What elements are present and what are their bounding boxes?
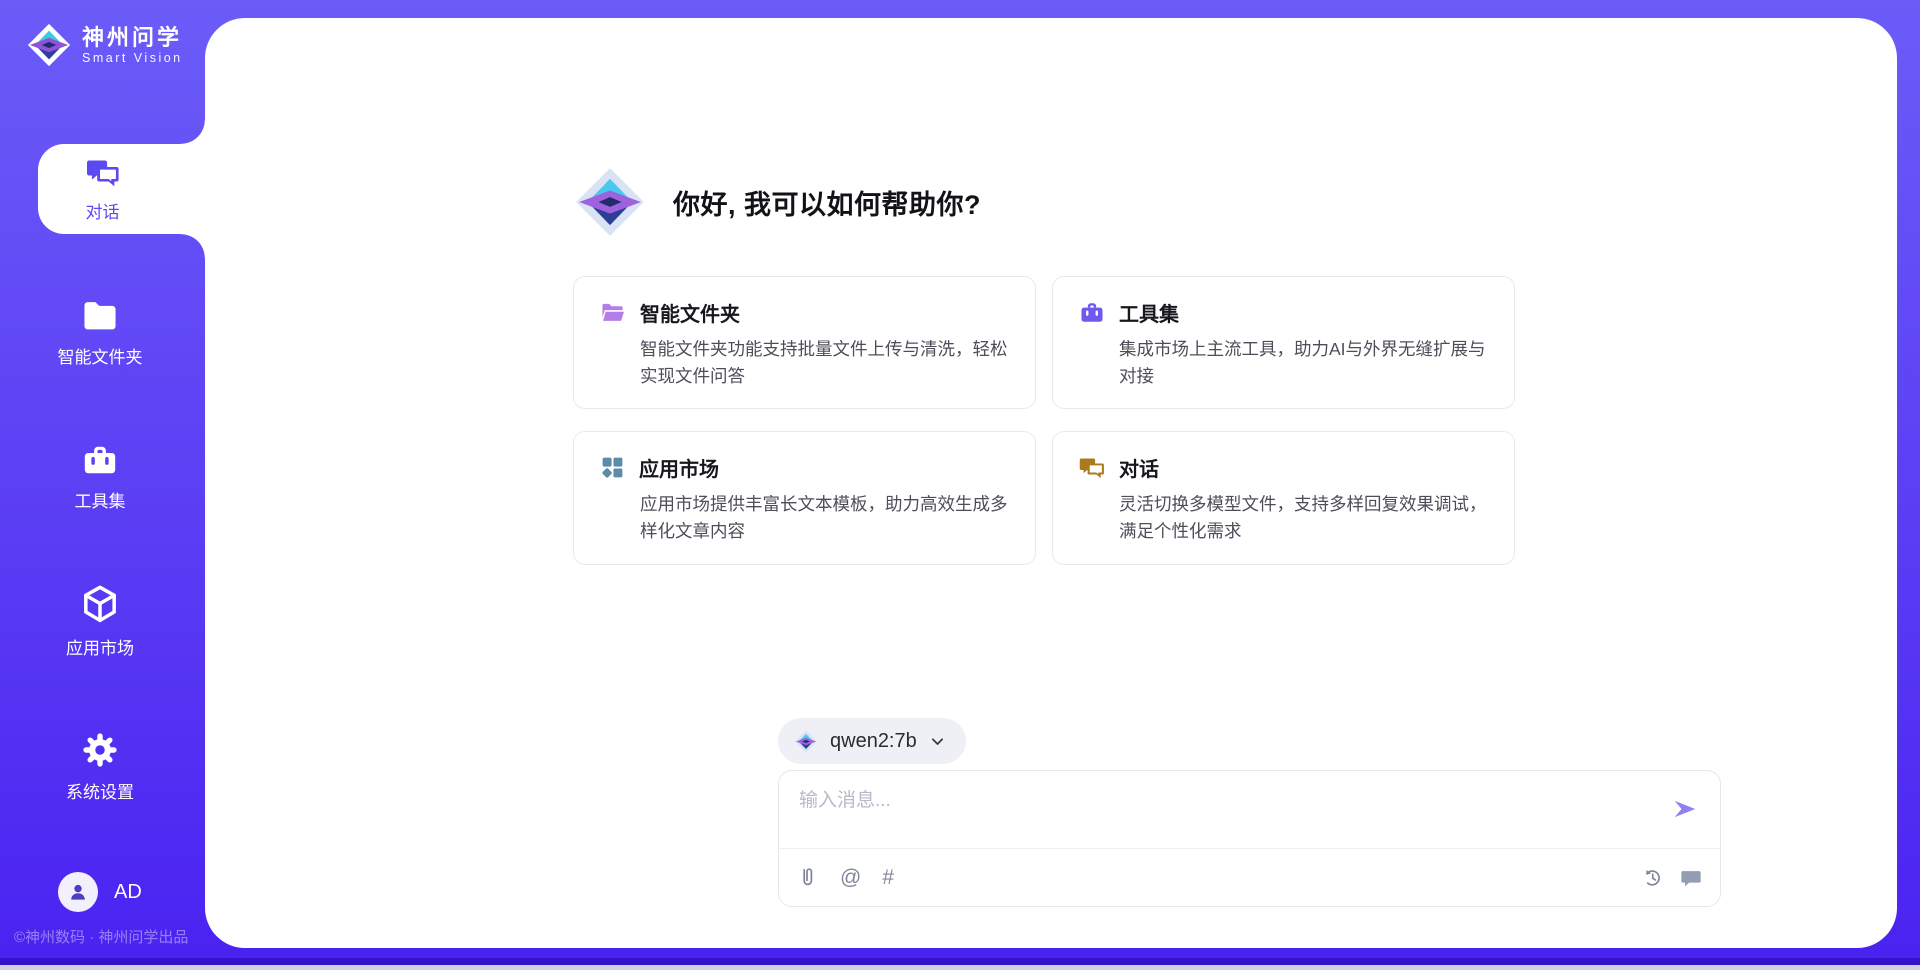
sidebar-item-toolset[interactable]: 工具集 (0, 432, 200, 522)
sidebar-item-label: 应用市场 (66, 634, 134, 659)
card-title: 应用市场 (639, 453, 719, 482)
sidebar-item-label: 工具集 (75, 487, 126, 512)
model-name: qwen2:7b (830, 730, 917, 753)
card-title: 工具集 (1119, 298, 1179, 327)
window-bottom-strip (0, 958, 1920, 965)
window-bottom-edge (0, 965, 1920, 970)
brand-gem-icon (26, 22, 72, 68)
sidebar-item-label: 系统设置 (66, 778, 134, 803)
main-content-surface: 你好, 我可以如何帮助你? 智能文件夹 智能文件夹功能支持批量文件上传与清洗，轻… (205, 18, 1897, 948)
card-chat[interactable]: 对话 灵活切换多模型文件，支持多样回复效果调试，满足个性化需求 (1052, 431, 1515, 564)
active-tab-curve-bottom (181, 234, 205, 258)
at-symbol: @ (840, 867, 861, 888)
sidebar-item-chat[interactable]: 对话 (38, 144, 205, 234)
composer-toolbar: @ # (779, 849, 1720, 906)
card-description: 灵活切换多模型文件，支持多样回复效果调试，满足个性化需求 (1119, 491, 1492, 545)
sidebar-item-smart-folder[interactable]: 智能文件夹 (0, 288, 200, 378)
briefcase-icon (1079, 300, 1105, 325)
feature-cards: 智能文件夹 智能文件夹功能支持批量文件上传与清洗，轻松实现文件问答 (573, 276, 1518, 565)
user-name: AD (114, 881, 142, 904)
sidebar-item-label: 智能文件夹 (58, 343, 143, 368)
brand-logo: 神州问学 Smart Vision (26, 22, 183, 68)
folder-icon (80, 298, 120, 334)
sidebar-item-label: 对话 (86, 198, 120, 223)
sidebar-item-settings[interactable]: 系统设置 (0, 722, 200, 812)
card-app-market[interactable]: 应用市场 应用市场提供丰富长文本模板，助力高效生成多样化文章内容 (573, 431, 1036, 564)
gem-logo-icon (794, 729, 818, 754)
card-toolset[interactable]: 工具集 集成市场上主流工具，助力AI与外界无缝扩展与对接 (1052, 276, 1515, 409)
card-title: 智能文件夹 (640, 298, 740, 327)
message-input[interactable] (799, 785, 1650, 841)
card-description: 智能文件夹功能支持批量文件上传与清洗，轻松实现文件问答 (640, 336, 1013, 390)
history-button[interactable] (1641, 866, 1664, 889)
active-tab-curve-top (181, 120, 205, 144)
card-description: 应用市场提供丰富长文本模板，助力高效生成多样化文章内容 (640, 491, 1013, 545)
copyright-footer: ©神州数码 · 神州问学出品 (14, 926, 188, 947)
brand-subtitle: Smart Vision (82, 51, 183, 65)
brand-name: 神州问学 (82, 25, 183, 50)
gear-icon (81, 731, 119, 769)
cube-icon (80, 583, 120, 625)
mention-button[interactable]: @ (840, 867, 861, 888)
send-button[interactable] (1672, 796, 1698, 822)
chevron-down-icon (929, 733, 946, 750)
message-composer: @ # (778, 770, 1721, 907)
user-profile-button[interactable]: AD (58, 872, 142, 912)
model-selector[interactable]: qwen2:7b (778, 718, 966, 764)
grid-icon (600, 455, 625, 480)
folder-open-icon (600, 301, 626, 325)
chat-bubble-button[interactable] (1680, 867, 1702, 889)
greeting-row: 你好, 我可以如何帮助你? (573, 163, 981, 241)
sidebar-item-app-market[interactable]: 应用市场 (0, 576, 200, 666)
card-description: 集成市场上主流工具，助力AI与外界无缝扩展与对接 (1119, 336, 1492, 390)
greeting-title: 你好, 我可以如何帮助你? (673, 183, 981, 222)
card-title: 对话 (1119, 453, 1159, 482)
gem-logo-icon (573, 163, 647, 241)
hash-symbol: # (882, 867, 894, 888)
app-window: 神州问学 Smart Vision 对话 智能文件夹 (0, 0, 1920, 970)
card-smart-folder[interactable]: 智能文件夹 智能文件夹功能支持批量文件上传与清洗，轻松实现文件问答 (573, 276, 1036, 409)
avatar (58, 872, 98, 912)
chat-icon (1079, 455, 1105, 481)
attachment-button[interactable] (797, 866, 819, 890)
hashtag-button[interactable]: # (882, 867, 894, 888)
chat-icon (86, 156, 120, 190)
toolbox-icon (81, 442, 119, 478)
